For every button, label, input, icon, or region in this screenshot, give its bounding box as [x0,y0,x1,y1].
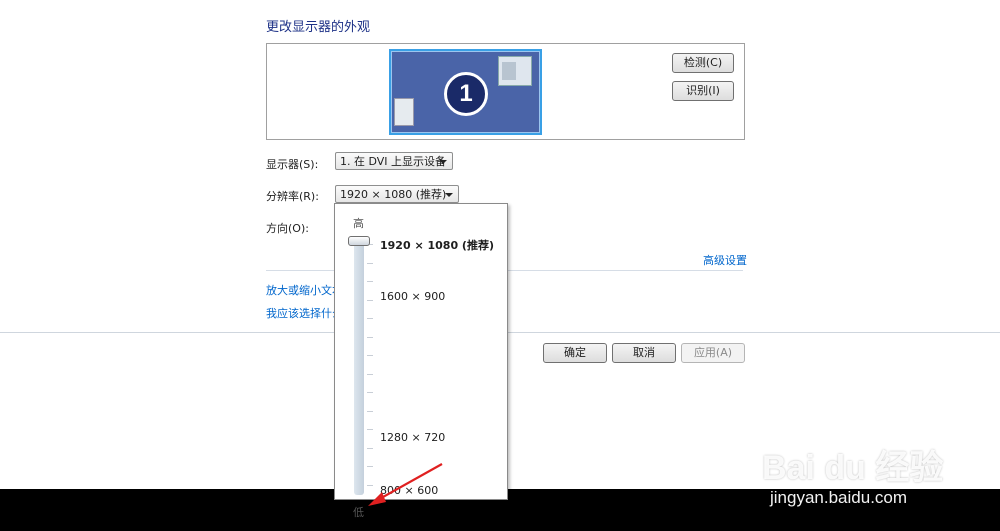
window-thumbnail-icon [394,98,414,126]
resolution-slider-track[interactable] [354,240,364,495]
display-select-value: 1. 在 DVI 上显示设备 [340,155,447,168]
baidu-url-watermark: jingyan.baidu.com [770,488,908,507]
which-settings-link[interactable]: 我应该选择什么 [266,305,343,321]
advanced-settings-link[interactable]: 高级设置 [703,252,747,268]
window-thumbnail-icon [498,56,532,86]
cancel-button[interactable]: 取消 [612,343,676,363]
slider-tick [367,373,373,375]
resolution-dropdown[interactable]: 高 1920 × 1080 (推荐) 1600 × 900 1280 × 720… [334,203,508,519]
slider-tick [367,299,373,301]
display-select[interactable]: 1. 在 DVI 上显示设备 [335,152,453,170]
ok-button[interactable]: 确定 [543,343,607,363]
orientation-label: 方向(O): [266,222,309,235]
chevron-down-icon [439,160,447,164]
baidu-watermark: Bai du 经验 [762,449,944,487]
chevron-down-icon [445,193,453,197]
arrow-line [373,463,443,503]
high-label: 高 [353,217,364,230]
slider-tick [367,355,373,356]
slider-tick [367,262,373,264]
detect-button[interactable]: 检测(C) [672,53,734,73]
monitor-1-preview[interactable]: 1 [389,49,542,135]
resolution-label: 分辨率(R): [266,190,319,203]
slider-tick [367,447,373,449]
identify-button[interactable]: 识别(I) [672,81,734,101]
red-arrow-annotation [368,463,443,506]
resolution-select-value: 1920 × 1080 (推荐) [340,188,447,201]
page-title: 更改显示器的外观 [266,20,371,35]
display-label: 显示器(S): [266,158,319,171]
apply-button[interactable]: 应用(A) [681,343,745,363]
resolution-option[interactable]: 1920 × 1080 (推荐) [380,237,494,253]
resolution-slider-thumb[interactable] [348,236,370,246]
monitor-number: 1 [444,72,488,116]
slider-tick [367,410,373,412]
resolution-option[interactable]: 1280 × 720 [380,431,445,444]
slider-tick [367,392,373,393]
arrow-head [368,492,386,506]
resolution-select[interactable]: 1920 × 1080 (推荐) [335,185,459,203]
slider-tick [367,318,373,319]
slider-tick [367,336,373,338]
text-size-link[interactable]: 放大或缩小文本 [266,282,343,298]
slider-tick [367,281,373,282]
slider-tick [367,429,373,430]
resolution-option[interactable]: 1600 × 900 [380,290,445,303]
